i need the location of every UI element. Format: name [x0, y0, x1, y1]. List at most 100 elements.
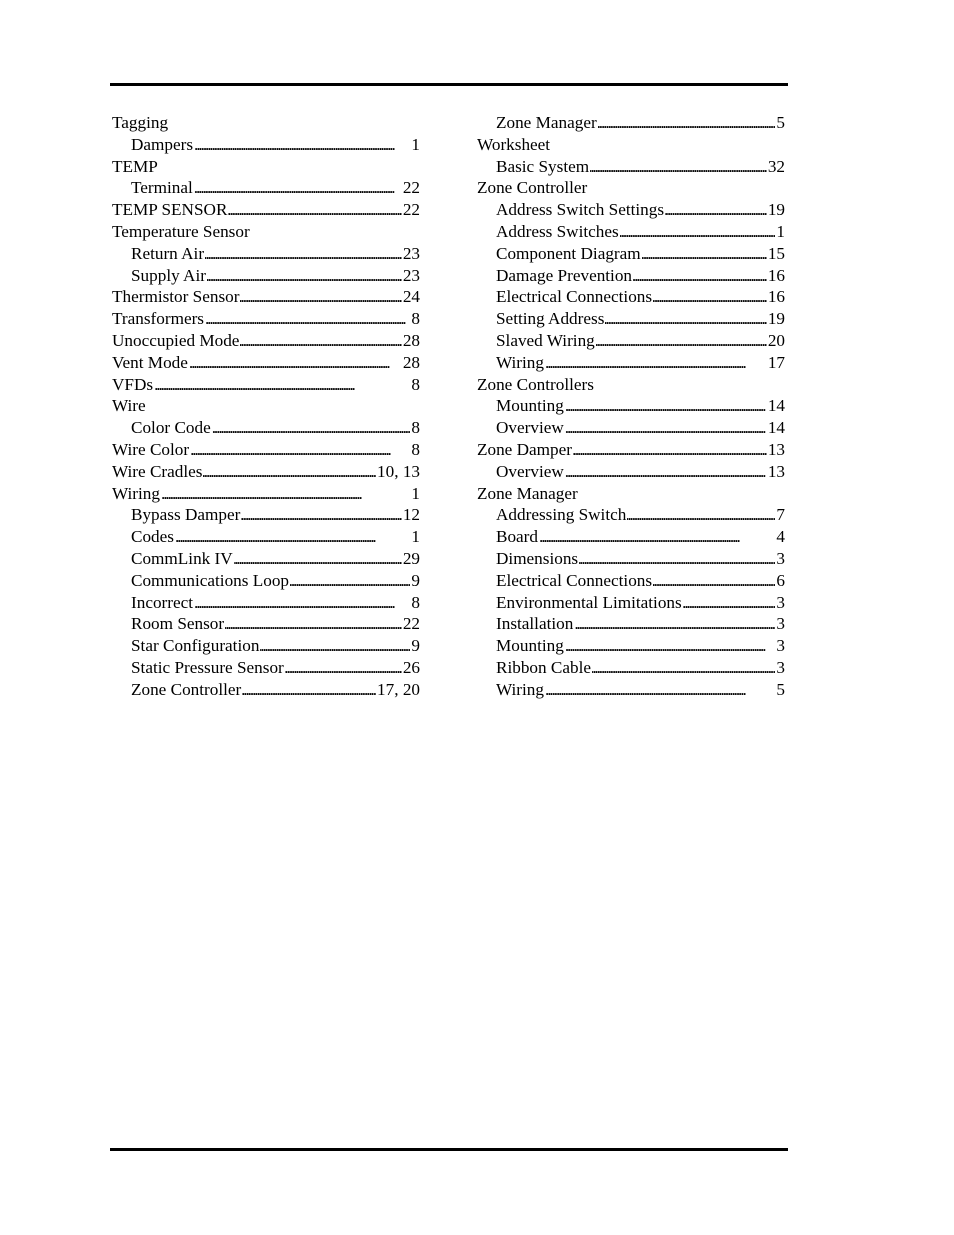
- dot-leader: [212, 417, 411, 439]
- index-subentry: Codes 1: [112, 526, 420, 548]
- page-reference: 14: [767, 396, 785, 416]
- index-entry: Zone Controllers: [477, 374, 785, 396]
- dot-leader: [260, 635, 410, 657]
- dot-leader: [175, 526, 410, 548]
- dot-leader: [596, 330, 767, 352]
- dot-leader: [190, 439, 410, 461]
- footer-rule: [110, 1148, 788, 1151]
- index-term: Dimensions: [496, 548, 579, 568]
- index-term: Transformers: [112, 309, 204, 329]
- index-term: CommLink IV: [131, 548, 233, 568]
- index-subentry: Slaved Wiring 20: [477, 330, 785, 352]
- index-term: Addressing Switch: [496, 505, 627, 525]
- page-reference: 19: [767, 309, 785, 329]
- index-term: Terminal: [131, 178, 193, 198]
- index-entry: Wire: [112, 395, 420, 417]
- page-reference: 1: [411, 527, 420, 547]
- dot-leader: [194, 134, 410, 156]
- index-term: Color Code: [131, 418, 211, 438]
- page-reference: 32: [767, 156, 785, 176]
- index-term: Mounting: [496, 636, 564, 656]
- index-term: Wire Cradles: [112, 461, 203, 481]
- dot-leader: [565, 395, 767, 417]
- page-reference: 28: [402, 330, 420, 350]
- index-term: Return Air: [131, 243, 205, 263]
- page-reference: 5: [776, 679, 785, 699]
- index-term: Bypass Damper: [131, 505, 241, 525]
- index-term: Communications Loop: [131, 570, 290, 590]
- index-subentry: Dampers 1: [112, 134, 420, 156]
- page-reference: 9: [411, 636, 420, 656]
- page-reference: 3: [776, 592, 785, 612]
- page-reference: 5: [776, 113, 785, 132]
- index-entry: Tagging: [112, 112, 420, 134]
- page-reference: 12: [402, 505, 420, 525]
- page-reference: 1: [776, 221, 785, 241]
- dot-leader: [620, 221, 776, 243]
- dot-leader: [653, 286, 767, 308]
- dot-leader: [683, 592, 776, 614]
- index-subentry: Basic System 32: [477, 156, 785, 178]
- dot-leader: [207, 265, 402, 287]
- index-term: Wiring: [496, 679, 544, 699]
- index-term: TEMP SENSOR: [112, 200, 228, 220]
- page-reference: 13: [767, 461, 785, 481]
- dot-leader: [154, 374, 410, 396]
- dot-leader: [545, 352, 767, 374]
- index-entry: Thermistor Sensor 24: [112, 286, 420, 308]
- dot-leader: [203, 461, 376, 483]
- index-entry: Worksheet: [477, 134, 785, 156]
- dot-leader: [565, 461, 767, 483]
- dot-leader: [590, 156, 767, 178]
- page-reference: 8: [411, 374, 420, 394]
- index-term: Wire: [112, 396, 146, 416]
- dot-leader: [605, 308, 766, 330]
- page-reference: 13: [767, 439, 785, 459]
- dot-leader: [579, 548, 775, 570]
- index-term: Zone Controllers: [477, 374, 594, 394]
- index-entry: Zone Damper 13: [477, 439, 785, 461]
- index-term: Basic System: [496, 156, 590, 176]
- index-subentry: Component Diagram 15: [477, 243, 785, 265]
- page-reference: 6: [776, 570, 785, 590]
- index-term: Unoccupied Mode: [112, 330, 240, 350]
- page-reference: 17, 20: [377, 679, 420, 699]
- dot-leader: [574, 613, 775, 635]
- page-reference: 26: [402, 657, 420, 677]
- index-term: Dampers: [131, 134, 194, 154]
- dot-leader: [241, 504, 402, 526]
- dot-leader: [242, 679, 376, 701]
- index-subentry: Damage Prevention 16: [477, 265, 785, 287]
- dot-leader: [539, 526, 775, 548]
- index-subentry: Mounting 3: [477, 635, 785, 657]
- page-reference: 22: [402, 178, 420, 198]
- index-term: Component Diagram: [496, 243, 641, 263]
- dot-leader: [228, 199, 401, 221]
- index-term: Electrical Connections: [496, 287, 653, 307]
- index-subentry: Addressing Switch 7: [477, 504, 785, 526]
- index-term: Vent Mode: [112, 352, 188, 372]
- index-subentry: Supply Air 23: [112, 265, 420, 287]
- index-term: Slaved Wiring: [496, 330, 595, 350]
- page-reference: 23: [402, 243, 420, 263]
- page-reference: 9: [411, 570, 420, 590]
- index-term: Zone Controller: [131, 679, 242, 699]
- index-subentry: CommLink IV 29: [112, 548, 420, 570]
- index-entry: Wiring 1: [112, 483, 420, 505]
- page-reference: 4: [776, 527, 785, 547]
- index-entry: Zone Manager: [477, 483, 785, 505]
- index-entry: Wire Color 8: [112, 439, 420, 461]
- page-reference: 1: [411, 483, 420, 503]
- index-term: Installation: [496, 614, 574, 634]
- page-reference: 15: [767, 243, 785, 263]
- index-term: Zone Manager: [496, 113, 597, 132]
- dot-leader: [665, 199, 767, 221]
- page-reference: 10, 13: [377, 461, 420, 481]
- index-subentry: Color Code 8: [112, 417, 420, 439]
- dot-leader: [545, 679, 775, 701]
- index-term: Supply Air: [131, 265, 206, 285]
- dot-leader: [161, 483, 410, 505]
- index-subentry: Room Sensor 22: [112, 613, 420, 635]
- dot-leader: [565, 417, 767, 439]
- index-term: Mounting: [496, 396, 564, 416]
